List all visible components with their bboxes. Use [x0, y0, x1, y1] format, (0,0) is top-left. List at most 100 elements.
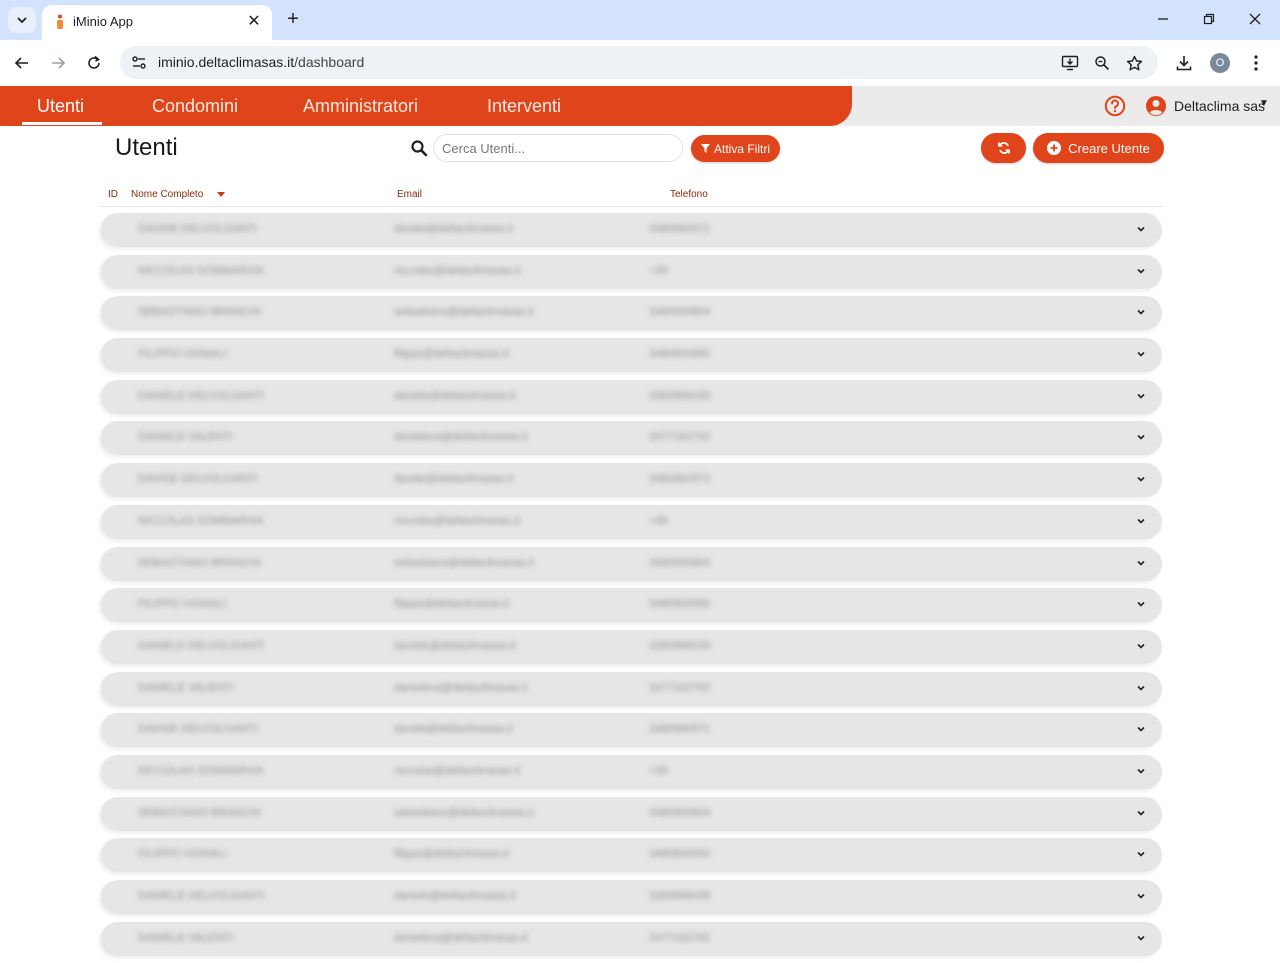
user-email-cell: daniele@deltaclimasas.it: [394, 639, 516, 652]
new-tab-button[interactable]: +: [282, 8, 304, 30]
chevron-down-icon[interactable]: [1136, 224, 1146, 234]
filter-button[interactable]: Attiva Filtri: [691, 135, 780, 162]
user-name-cell: NICCOLAS SOMMARIVA: [138, 514, 264, 527]
minimize-icon[interactable]: [1148, 6, 1178, 32]
chevron-down-icon[interactable]: [1136, 766, 1146, 776]
chevron-down-icon[interactable]: [1136, 516, 1146, 526]
user-phone-cell: 3480800990: [649, 348, 711, 361]
create-user-button[interactable]: Creare Utente: [1033, 133, 1164, 163]
chevron-down-icon[interactable]: [1136, 266, 1146, 276]
chevron-down-icon[interactable]: [1136, 432, 1146, 442]
zoom-icon[interactable]: [1092, 53, 1112, 73]
user-menu-name[interactable]: Deltaclima sas: [1174, 98, 1265, 114]
user-menu-caret-icon[interactable]: ▼: [1259, 98, 1269, 109]
user-name-cell: DANIELE DELVOLGANTI: [138, 389, 265, 402]
chevron-down-icon[interactable]: [1136, 599, 1146, 609]
table-row[interactable]: DAVIDE DELVOLGANTI davide@deltaclimasas.i…: [101, 463, 1162, 498]
table-row[interactable]: FILIPPO VIGNALI filippo@deltaclimasas.it 3…: [101, 838, 1162, 873]
address-bar[interactable]: iminio.deltaclimasas.it/dashboard: [120, 46, 1158, 79]
table-row[interactable]: SEBASTIANO BRANCHI sebastiano@deltaclimas…: [101, 296, 1162, 331]
chevron-down-icon[interactable]: [1136, 683, 1146, 693]
column-header-phone[interactable]: Telefono: [670, 189, 708, 200]
table-row[interactable]: DANIELE DELVOLGANTI daniele@deltaclimasas…: [101, 379, 1162, 414]
close-window-icon[interactable]: [1240, 6, 1270, 32]
user-email-cell: filippo@deltaclimasas.it: [394, 348, 510, 361]
sort-desc-icon[interactable]: [217, 192, 225, 197]
table-row[interactable]: NICCOLAS SOMMARIVA niccolas@deltaclimasas…: [101, 254, 1162, 289]
downloads-icon[interactable]: [1173, 52, 1195, 74]
chevron-down-icon[interactable]: [1136, 558, 1146, 568]
column-header-id[interactable]: ID: [108, 189, 118, 200]
table-row[interactable]: DANIELE VALENTI danieleva@deltaclimasas.i…: [101, 671, 1162, 706]
user-phone-cell: 3480860972: [649, 473, 711, 486]
table-row[interactable]: DANIELE DELVOLGANTI daniele@deltaclimasas…: [101, 880, 1162, 914]
user-name-cell: FILIPPO VIGNALI: [138, 848, 227, 861]
search-input[interactable]: [433, 134, 683, 162]
tab-search-chevron-down-icon[interactable]: [8, 7, 36, 33]
user-name-cell: DAVIDE DELVOLGANTI: [138, 223, 258, 235]
user-email-cell: daniele@deltaclimasas.it: [394, 890, 516, 902]
account-circle-icon[interactable]: [1145, 95, 1167, 117]
user-name-cell: DANIELE DELVOLGANTI: [138, 639, 265, 652]
user-phone-cell: +39: [649, 264, 668, 277]
user-email-cell: daniele@deltaclimasas.it: [394, 389, 516, 402]
table-row[interactable]: DANIELE VALENTI danieleva@deltaclimasas.i…: [101, 421, 1162, 456]
table-row[interactable]: NICCOLAS SOMMARIVA niccolas@deltaclimasas…: [101, 754, 1162, 789]
nav-item-condomini[interactable]: Condomini: [152, 96, 238, 117]
chevron-down-icon[interactable]: [1136, 349, 1146, 359]
table-row[interactable]: SEBASTIANO BRANCHI sebastiano@deltaclimas…: [101, 546, 1162, 581]
table-row[interactable]: FILIPPO VIGNALI filippo@deltaclimasas.it 3…: [101, 338, 1162, 373]
nav-item-amministratori[interactable]: Amministratori: [303, 96, 418, 117]
chevron-down-icon[interactable]: [1136, 724, 1146, 734]
help-circle-icon[interactable]: [1104, 95, 1126, 117]
user-phone-cell: 3477162792: [649, 681, 711, 694]
bookmark-star-icon[interactable]: [1124, 53, 1144, 73]
user-phone-cell: 3480900804: [649, 806, 711, 819]
table-row[interactable]: FILIPPO VIGNALI filippo@deltaclimasas.it 3…: [101, 588, 1162, 623]
chevron-down-icon[interactable]: [1136, 808, 1146, 818]
chevron-down-icon[interactable]: [1136, 307, 1146, 317]
chevron-down-icon[interactable]: [1136, 891, 1146, 901]
nav-item-utenti[interactable]: Utenti: [37, 96, 84, 117]
table-row[interactable]: NICCOLAS SOMMARIVA niccolas@deltaclimasas…: [101, 504, 1162, 539]
chevron-down-icon[interactable]: [1136, 474, 1146, 484]
table-row[interactable]: SEBASTIANO BRANCHI sebastiano@deltaclimas…: [101, 796, 1162, 831]
install-app-icon[interactable]: [1060, 53, 1080, 73]
table-row[interactable]: DANIELE VALENTI danieleva@deltaclimasas.i…: [101, 921, 1162, 956]
site-info-icon[interactable]: [130, 54, 148, 72]
profile-avatar[interactable]: O: [1210, 53, 1230, 73]
page-title: Utenti: [115, 134, 178, 161]
user-email-cell: davide@deltaclimasas.it: [394, 473, 513, 486]
nav-item-interventi[interactable]: Interventi: [487, 96, 561, 117]
back-arrow-icon[interactable]: [10, 51, 34, 75]
chevron-down-icon[interactable]: [1136, 849, 1146, 859]
user-phone-cell: 3477162792: [649, 431, 711, 444]
tab-close-icon[interactable]: ✕: [244, 11, 264, 31]
user-email-cell: davide@deltaclimasas.it: [394, 223, 513, 235]
chevron-down-icon[interactable]: [1136, 391, 1146, 401]
user-email-cell: niccolas@deltaclimasas.it: [394, 514, 521, 527]
restore-icon[interactable]: [1194, 6, 1224, 32]
refresh-button[interactable]: [981, 133, 1026, 163]
user-name-cell: SEBASTIANO BRANCHI: [138, 306, 261, 319]
table-row[interactable]: DAVIDE DELVOLGANTI davide@deltaclimasas.i…: [101, 713, 1162, 748]
column-header-email[interactable]: Email: [397, 189, 422, 200]
user-phone-cell: +39: [649, 514, 668, 527]
table-row[interactable]: DANIELE DELVOLGANTI daniele@deltaclimasas…: [101, 629, 1162, 664]
active-nav-indicator: [22, 122, 102, 125]
browser-tab[interactable]: iMinio App ✕: [42, 5, 272, 40]
column-header-name[interactable]: Nome Completo: [131, 189, 203, 200]
chevron-down-icon[interactable]: [1136, 933, 1146, 943]
app-header: Utenti Condomini Amministratori Interven…: [0, 86, 1280, 126]
chevron-down-icon[interactable]: [1136, 641, 1146, 651]
user-phone-cell: +39: [649, 764, 668, 777]
users-table-body: DAVIDE DELVOLGANTI davide@deltaclimasas.i…: [101, 213, 1162, 963]
reload-icon[interactable]: [82, 51, 106, 75]
user-phone-cell: 3383966039: [649, 389, 711, 402]
forward-arrow-icon[interactable]: [46, 51, 70, 75]
more-menu-icon[interactable]: [1245, 52, 1267, 74]
main-nav: Utenti Condomini Amministratori Interven…: [0, 86, 852, 126]
table-row[interactable]: DAVIDE DELVOLGANTI davide@deltaclimasas.i…: [101, 213, 1162, 247]
user-name-cell: DAVIDE DELVOLGANTI: [138, 473, 258, 486]
app-favicon-icon: [57, 14, 63, 29]
